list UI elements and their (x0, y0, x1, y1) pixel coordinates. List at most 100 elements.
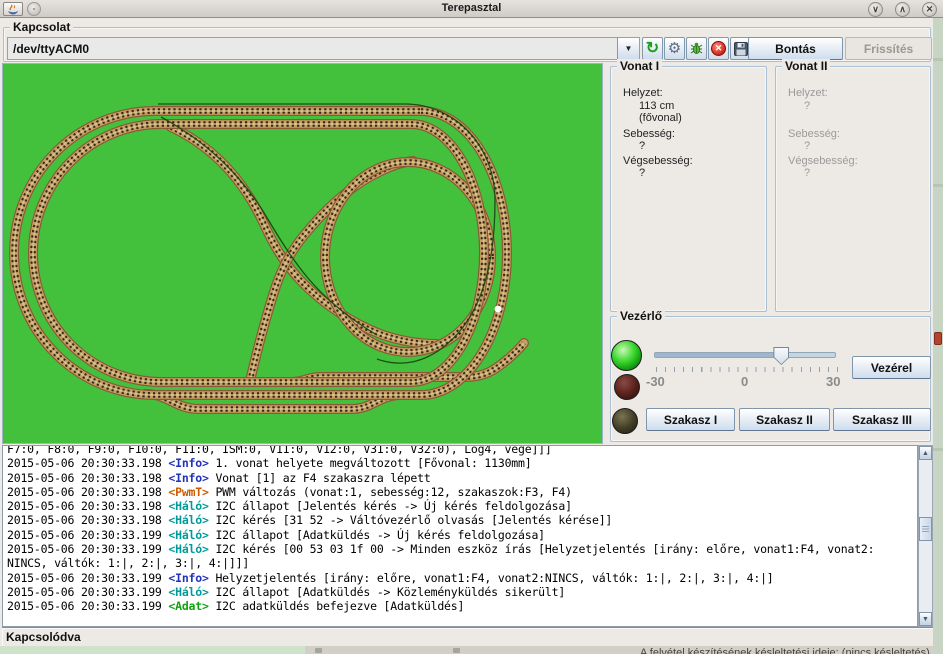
log-line: 2015-05-06 20:30:33.198 <Háló> I2C állap… (7, 499, 917, 513)
log-tag: <Adat> (168, 599, 208, 613)
log-tag: <Háló> (168, 499, 208, 513)
background-window-gray-edge: A felvétel készítésének késleltetési ide… (305, 646, 943, 654)
titlebar[interactable]: Terepasztal ∨ ∧ ✕ (0, 0, 943, 18)
train2-position-value: ? (804, 100, 810, 112)
scrollbar-grip (922, 526, 929, 533)
speed-slider[interactable] (654, 352, 836, 358)
train2-speed-value: ? (804, 140, 810, 152)
scroll-down-button[interactable]: ▼ (919, 612, 932, 626)
serial-port-combobox[interactable]: ▼ (7, 37, 640, 60)
train1-group-title: Vonat I (617, 59, 662, 73)
train1-speed-label: Sebesség: (623, 128, 675, 140)
serial-port-input[interactable] (8, 38, 618, 59)
combobox-dropdown-button[interactable]: ▼ (617, 38, 639, 59)
train2-final-speed-value: ? (804, 167, 810, 179)
slider-tick-marks (656, 367, 838, 372)
power-indicator-light (611, 340, 642, 371)
log-line: 2015-05-06 20:30:33.198 <PwmT> PWM válto… (7, 485, 917, 499)
section3-button[interactable]: Szakasz III (833, 408, 931, 431)
log-tag: <Háló> (168, 585, 208, 599)
log-tag: <Háló> (168, 528, 208, 542)
log-line: 2015-05-06 20:30:33.199 <Adat> I2C adatk… (7, 599, 917, 613)
stop-button[interactable]: ✕ (708, 37, 729, 60)
train1-position-label: Helyzet: (623, 87, 663, 99)
bug-icon (689, 41, 704, 56)
log-line: 2015-05-06 20:30:33.198 <Háló> I2C kérés… (7, 513, 917, 527)
section2-button-label: Szakasz II (756, 413, 813, 427)
train1-position-value: 113 cm (639, 100, 674, 112)
error-indicator-light (614, 374, 640, 400)
log-tag: <Info> (168, 456, 208, 470)
train2-group-title: Vonat II (782, 59, 830, 73)
log-tag: <PwmT> (168, 485, 208, 499)
background-window-icon (315, 648, 322, 653)
terepasztal-app: { "titlebar": { "title": "Terepasztal", … (0, 0, 943, 654)
maximize-button[interactable]: ∧ (895, 2, 910, 17)
log-line: 2015-05-06 20:30:33.198 <Info> 1. vonat … (7, 456, 917, 470)
train1-speed-value: ? (639, 140, 645, 152)
minimize-button[interactable]: ∨ (868, 2, 883, 17)
log-line: 2015-05-06 20:30:33.199 <Háló> I2C kérés… (7, 542, 917, 556)
train1-final-speed-value: ? (639, 167, 645, 179)
background-window-green-edge (0, 646, 305, 654)
section1-button[interactable]: Szakasz I (646, 408, 735, 431)
train-position-marker (495, 306, 502, 313)
background-window-right-edge (933, 18, 943, 654)
close-button[interactable]: ✕ (922, 2, 937, 17)
section3-button-label: Szakasz III (852, 413, 912, 427)
train1-group: Vonat I Helyzet: 113 cm (fővonal) Sebess… (610, 66, 767, 312)
log-panel[interactable]: F7:0, F8:0, F9:0, F10:0, F11:0, ISM:0, V… (2, 445, 918, 627)
log-line: 2015-05-06 20:30:33.199 <Háló> I2C állap… (7, 585, 917, 599)
train2-group: Vonat II Helyzet: ? Sebesség: ? Végsebes… (775, 66, 931, 312)
log-tag: <Info> (168, 471, 208, 485)
window-title: Terepasztal (0, 2, 943, 14)
disconnect-button-label: Bontás (775, 42, 816, 56)
scrollbar-thumb[interactable] (919, 517, 932, 541)
slider-mid-label: 0 (741, 374, 748, 389)
stop-icon: ✕ (711, 41, 726, 56)
refresh-list-button[interactable]: Frissítés (845, 37, 932, 60)
figure-eight-tracks (171, 127, 491, 381)
background-window-icon (453, 648, 460, 653)
log-scrollbar[interactable]: ▲ ▼ (918, 445, 933, 627)
reconnect-button[interactable]: ↻ (642, 37, 663, 60)
log-lines: F7:0, F8:0, F9:0, F10:0, F11:0, ISM:0, V… (3, 445, 917, 614)
log-tag: <Info> (168, 571, 208, 585)
connection-status-text: Kapcsolódva (6, 630, 81, 644)
background-window-text: A felvétel készítésének késleltetési ide… (640, 647, 930, 654)
track-board[interactable] (2, 63, 603, 444)
log-tag: <Háló> (168, 513, 208, 527)
train2-final-speed-label: Végsebesség: (788, 155, 858, 167)
background-window-red-icon (934, 332, 942, 345)
control-button[interactable]: Vezérel (852, 356, 931, 379)
refresh-icon: ↻ (646, 41, 659, 57)
connection-group-title: Kapcsolat (10, 20, 73, 34)
log-line: F7:0, F8:0, F9:0, F10:0, F11:0, ISM:0, V… (7, 445, 917, 456)
train2-speed-label: Sebesség: (788, 128, 840, 140)
train2-position-label: Helyzet: (788, 87, 828, 99)
section-indicator-light (612, 408, 638, 434)
log-line: 2015-05-06 20:30:33.199 <Info> Helyzetje… (7, 571, 917, 585)
log-tag: <Háló> (168, 542, 208, 556)
slider-max-label: 30 (826, 374, 840, 389)
train1-position-extra: (fővonal) (639, 112, 682, 124)
chevron-down-icon: ▼ (625, 44, 633, 53)
control-button-label: Vezérel (871, 361, 912, 375)
train1-final-speed-label: Végsebesség: (623, 155, 693, 167)
log-line: 2015-05-06 20:30:33.199 <Háló> I2C állap… (7, 528, 917, 542)
log-line: NINCS, váltók: 1:|, 2:|, 3:|, 4:|]]] (7, 556, 917, 570)
controller-group-title: Vezérlő (617, 309, 665, 323)
settings-button[interactable]: ⚙ (664, 37, 685, 60)
debug-button[interactable] (686, 37, 707, 60)
track-layout (3, 64, 602, 443)
disconnect-button[interactable]: Bontás (748, 37, 843, 60)
refresh-list-button-label: Frissítés (864, 42, 913, 56)
save-icon (734, 42, 748, 56)
section2-button[interactable]: Szakasz II (739, 408, 830, 431)
log-line: 2015-05-06 20:30:33.198 <Info> Vonat [1]… (7, 471, 917, 485)
gear-icon: ⚙ (668, 41, 681, 56)
scroll-up-button[interactable]: ▲ (919, 446, 932, 460)
section1-button-label: Szakasz I (664, 413, 717, 427)
slider-min-label: -30 (646, 374, 665, 389)
status-bar: Kapcsolódva (2, 627, 933, 646)
